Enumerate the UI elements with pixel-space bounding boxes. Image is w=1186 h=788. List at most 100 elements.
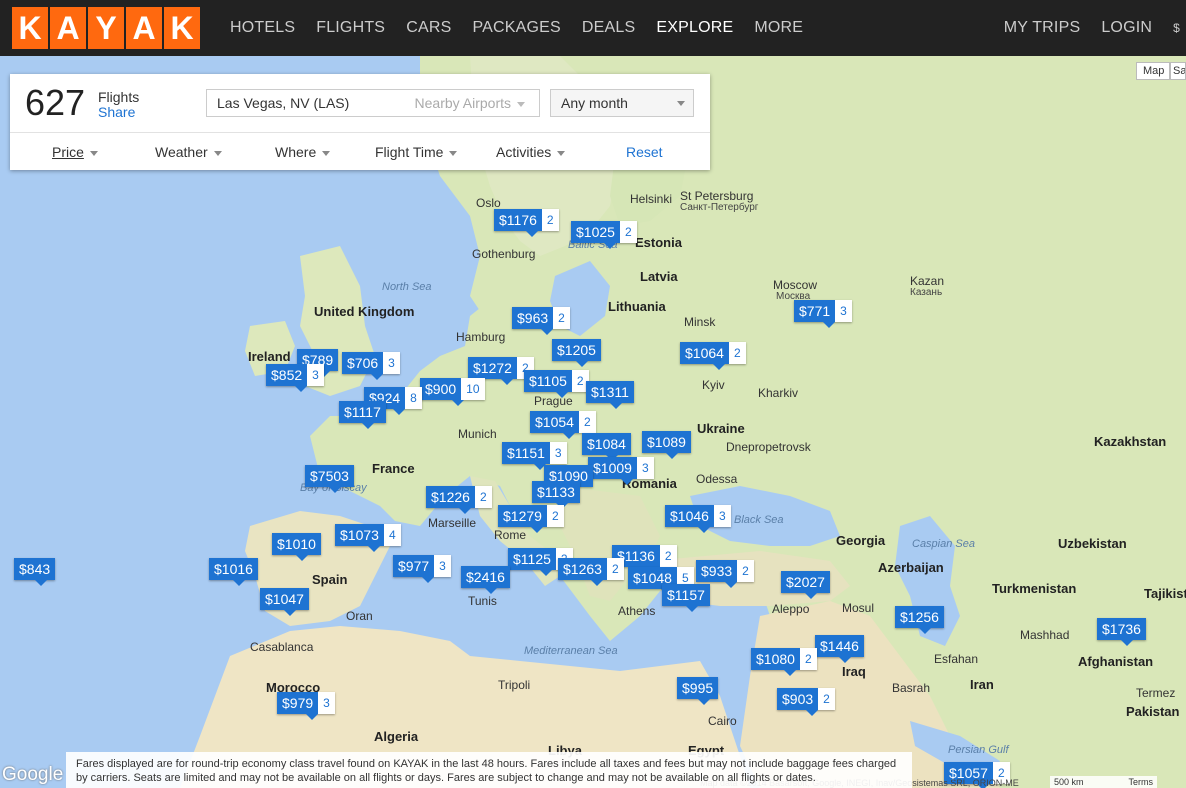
price-marker[interactable]: $979 3	[277, 692, 335, 720]
price-marker[interactable]: $1016	[209, 558, 258, 586]
price-marker[interactable]: $852 3	[266, 364, 324, 392]
price-marker[interactable]: $1084	[582, 433, 631, 461]
place-label: Algeria	[374, 729, 419, 744]
price-marker[interactable]: $900 10	[420, 378, 485, 406]
price-marker[interactable]: $1256	[895, 606, 944, 634]
price-marker[interactable]: $1080 2	[751, 648, 817, 676]
price-marker[interactable]: $2416	[461, 566, 510, 594]
filter-activities[interactable]: Activities	[496, 144, 566, 160]
price-marker[interactable]: $1073 4	[335, 524, 401, 552]
logo-letter: K	[164, 7, 200, 49]
price-marker[interactable]: $771 3	[794, 300, 852, 328]
price-marker[interactable]: $1054 2	[530, 411, 596, 439]
price-marker[interactable]: $1047	[260, 588, 309, 616]
map-type-satellite-button[interactable]: Sa	[1170, 62, 1186, 80]
origin-input[interactable]: Las Vegas, NV (LAS) Nearby Airports	[206, 89, 540, 117]
price-marker[interactable]: $963 2	[512, 307, 570, 335]
price-marker[interactable]: $1064 2	[680, 342, 746, 370]
marker-price: $1263	[558, 558, 607, 580]
nav-explore[interactable]: EXPLORE	[656, 19, 733, 37]
price-marker[interactable]: $903 2	[777, 688, 835, 716]
marker-price: $1054	[530, 411, 579, 433]
place-label: Esfahan	[934, 652, 979, 666]
place-label: Estonia	[635, 235, 682, 250]
nav-deals[interactable]: DEALS	[582, 19, 635, 37]
filter-where[interactable]: Where	[275, 144, 331, 160]
price-marker[interactable]: $977 3	[393, 555, 451, 583]
marker-count: 3	[383, 352, 400, 374]
price-marker[interactable]: $1133	[532, 481, 580, 509]
marker-price: $1046	[665, 505, 714, 527]
price-marker[interactable]: $1105 2	[524, 370, 589, 398]
price-marker[interactable]: $1226 2	[426, 486, 492, 514]
nav-more[interactable]: MORE	[754, 19, 803, 37]
nav-hotels[interactable]: HOTELS	[230, 19, 295, 37]
filter-label: Weather	[155, 144, 208, 160]
sea-label: Black Sea	[734, 514, 784, 526]
price-marker[interactable]: $1010	[272, 533, 321, 561]
marker-price: $1176	[494, 209, 542, 231]
price-marker[interactable]: $1157	[662, 584, 710, 612]
sea-label: Mediterranean Sea	[524, 645, 618, 657]
price-marker[interactable]: $1151 3	[502, 442, 567, 470]
nav-my-trips[interactable]: MY TRIPS	[1004, 19, 1081, 37]
price-marker[interactable]: $1117	[339, 401, 386, 429]
marker-price: $1016	[209, 558, 258, 580]
terms-link[interactable]: Terms	[1129, 777, 1154, 787]
place-label: Kazakhstan	[1094, 434, 1167, 449]
filter-price[interactable]: Price	[52, 144, 98, 160]
price-marker[interactable]: $2027	[781, 571, 830, 599]
place-label: Lithuania	[608, 299, 666, 314]
place-label: Cairo	[708, 714, 737, 728]
price-marker[interactable]: $1736	[1097, 618, 1146, 646]
price-marker[interactable]: $1025 2	[571, 221, 637, 249]
price-marker[interactable]: $1279 2	[498, 505, 564, 533]
place-label: Afghanistan	[1078, 654, 1154, 669]
kayak-logo[interactable]: K A Y A K	[12, 7, 200, 49]
map-type-map-button[interactable]: Map	[1136, 62, 1170, 80]
marker-price: $1084	[582, 433, 631, 455]
place-label: Turkmenistan	[992, 581, 1077, 596]
share-link[interactable]: Share	[98, 104, 135, 120]
nav-packages[interactable]: PACKAGES	[472, 19, 560, 37]
marker-price: $2027	[781, 571, 830, 593]
marker-count: 2	[553, 307, 570, 329]
filter-weather[interactable]: Weather	[155, 144, 222, 160]
place-label: Rome	[494, 528, 527, 542]
filter-flight-time[interactable]: Flight Time	[375, 144, 458, 160]
marker-price: $903	[777, 688, 819, 710]
nav-login[interactable]: LOGIN	[1101, 19, 1152, 37]
marker-price: $1226	[426, 486, 475, 508]
place-label: Hamburg	[456, 330, 506, 344]
price-marker[interactable]: $1311	[586, 381, 634, 409]
price-marker[interactable]: $1205	[552, 339, 601, 367]
price-marker[interactable]: $1263 2	[558, 558, 624, 586]
reset-button[interactable]: Reset	[626, 144, 663, 160]
price-marker[interactable]: $7503	[305, 465, 354, 493]
map-scale: 500 km Terms	[1050, 776, 1158, 788]
price-marker[interactable]: $1176 2	[494, 209, 559, 237]
price-marker[interactable]: $706 3	[342, 352, 400, 380]
marker-count: 3	[318, 692, 335, 714]
place-label: Dnepropetrovsk	[726, 440, 811, 454]
nearby-airports-dropdown[interactable]: Nearby Airports	[415, 95, 525, 111]
price-marker[interactable]: $1089	[642, 431, 691, 459]
nav-currency[interactable]: $	[1173, 21, 1180, 35]
price-marker[interactable]: $843	[14, 558, 56, 586]
price-marker[interactable]: $995	[677, 677, 719, 705]
logo-letter: A	[126, 7, 162, 49]
nav-cars[interactable]: CARS	[406, 19, 451, 37]
place-label: Tripoli	[498, 678, 531, 692]
price-marker[interactable]: $1046 3	[665, 505, 731, 533]
nav-flights[interactable]: FLIGHTS	[316, 19, 385, 37]
month-select[interactable]: Any month	[550, 89, 694, 117]
price-marker[interactable]: $1446	[815, 635, 864, 663]
origin-value: Las Vegas, NV (LAS)	[217, 95, 350, 111]
place-label: Pakistan	[1126, 704, 1180, 719]
marker-count: 2	[606, 558, 624, 580]
price-marker[interactable]: $1009 3	[588, 457, 654, 485]
marker-price: $2416	[461, 566, 510, 588]
marker-count: 10	[461, 378, 485, 400]
price-marker[interactable]: $933 2	[696, 560, 754, 588]
marker-count: 2	[546, 505, 564, 527]
